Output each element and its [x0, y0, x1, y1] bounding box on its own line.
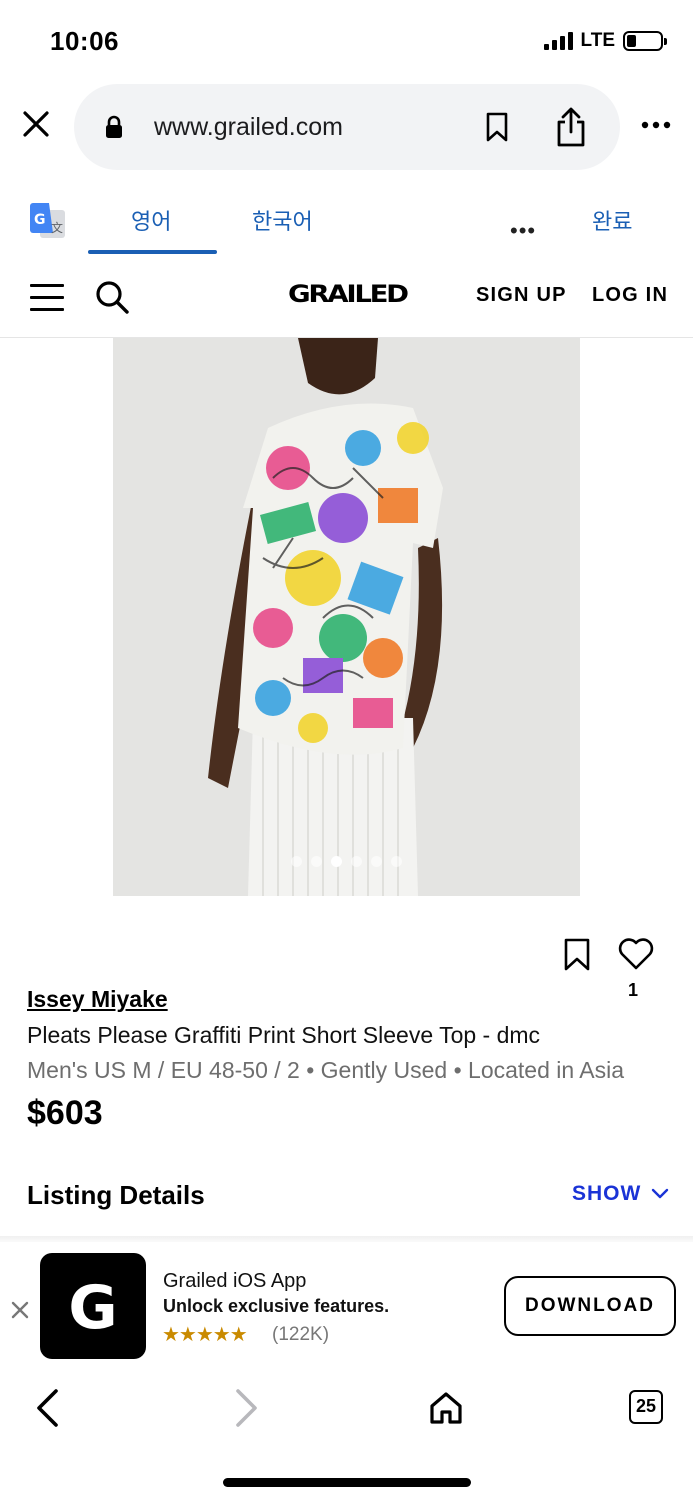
translate-done-button[interactable]: 완료	[592, 204, 632, 236]
show-label: SHOW	[572, 1182, 642, 1205]
grailed-logo[interactable]: GRAILED	[288, 280, 409, 308]
address-bar[interactable]: www.grailed.com	[74, 84, 620, 170]
designer-link[interactable]: Issey Miyake	[27, 986, 168, 1013]
tab-target-language[interactable]: 한국어	[252, 204, 313, 236]
carousel-dot[interactable]	[351, 856, 362, 867]
carousel-dot[interactable]	[291, 856, 302, 867]
status-icons: LTE	[543, 30, 667, 52]
like-count: 1	[628, 980, 639, 1000]
browser-bottom-bar: 25	[0, 1368, 693, 1500]
tab-source-language[interactable]: 영어	[131, 204, 171, 236]
app-tagline: Unlock exclusive features.	[163, 1296, 390, 1316]
status-time: 10:06	[50, 26, 119, 56]
product-image[interactable]	[113, 338, 580, 896]
status-bar: 10:06 LTE	[0, 0, 693, 80]
active-tab-indicator	[88, 250, 217, 254]
search-icon[interactable]	[94, 279, 130, 315]
download-button[interactable]: DOWNLOAD	[504, 1276, 676, 1336]
product-price: $603	[27, 1094, 103, 1132]
signal-icon	[543, 32, 573, 50]
carousel-dot[interactable]	[371, 856, 382, 867]
home-icon[interactable]	[428, 1390, 464, 1426]
app-icon: G	[40, 1253, 146, 1359]
chevron-down-icon	[652, 1188, 669, 1199]
rating-count: (122K)	[272, 1324, 330, 1345]
svg-text:G: G	[34, 212, 46, 228]
battery-icon	[623, 31, 667, 51]
menu-icon[interactable]	[30, 284, 64, 312]
carousel-dot-active[interactable]	[331, 856, 342, 867]
tabs-count-button[interactable]: 25	[629, 1390, 663, 1424]
app-install-banner: G Grailed iOS App Unlock exclusive featu…	[0, 1242, 693, 1368]
close-banner-icon[interactable]	[10, 1300, 30, 1320]
site-header: GRAILED SIGN UP LOG IN	[0, 262, 693, 338]
star-rating-icon: ★★★★★	[162, 1324, 248, 1346]
share-icon[interactable]	[554, 106, 588, 148]
app-name: Grailed iOS App	[163, 1270, 307, 1292]
back-arrow-icon[interactable]	[34, 1388, 60, 1428]
sign-up-link[interactable]: SIGN UP	[476, 284, 567, 307]
url-text: www.grailed.com	[154, 113, 343, 141]
browser-url-row: www.grailed.com	[0, 84, 693, 172]
product-title: Pleats Please Graffiti Print Short Sleev…	[27, 1022, 541, 1048]
home-indicator	[223, 1478, 471, 1487]
forward-arrow-icon[interactable]	[234, 1388, 260, 1428]
log-in-link[interactable]: LOG IN	[592, 284, 668, 307]
svg-text:文: 文	[51, 220, 63, 235]
google-translate-icon[interactable]: G 文	[28, 202, 66, 240]
show-details-button[interactable]: SHOW	[572, 1182, 669, 1206]
close-icon[interactable]	[18, 106, 54, 142]
product-meta: Men's US M / EU 48-50 / 2 • Gently Used …	[27, 1057, 625, 1083]
app-icon-letter: G	[68, 1273, 118, 1343]
listing-details-heading: Listing Details	[27, 1180, 205, 1210]
heart-icon[interactable]	[618, 938, 654, 970]
save-listing-icon[interactable]	[563, 938, 591, 972]
carousel-dot[interactable]	[391, 856, 402, 867]
more-options-icon[interactable]	[641, 120, 671, 130]
network-label: LTE	[580, 30, 615, 51]
carousel-dot[interactable]	[311, 856, 322, 867]
translate-more-button[interactable]: •••	[510, 218, 536, 244]
product-photo	[113, 338, 580, 896]
carousel-dots[interactable]	[113, 856, 580, 867]
translate-bar: G 文 영어 한국어 ••• 완료	[0, 190, 693, 258]
lock-icon	[106, 115, 122, 138]
bookmark-icon[interactable]	[484, 111, 510, 143]
